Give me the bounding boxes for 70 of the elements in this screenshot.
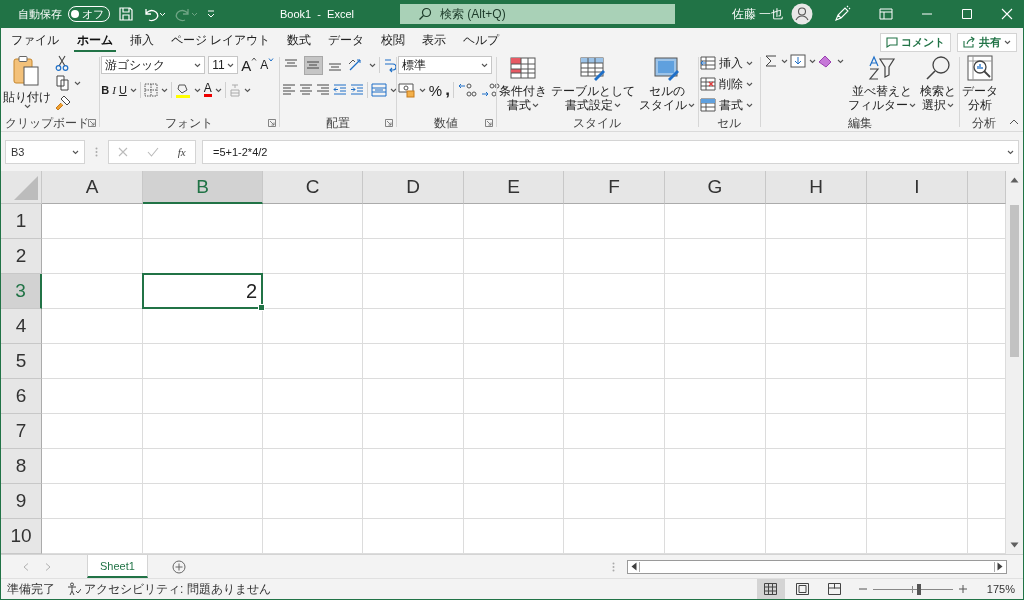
active-cell[interactable]: 2 <box>142 273 263 309</box>
cell-styles-button[interactable]: セルの スタイル <box>639 54 696 113</box>
column-header[interactable]: H <box>766 171 867 204</box>
column-header[interactable]: E <box>464 171 564 204</box>
group-label: スタイル <box>573 114 622 132</box>
font-color-button[interactable]: A <box>203 83 212 97</box>
row-header[interactable]: 3 <box>1 274 42 309</box>
row-header[interactable]: 5 <box>1 344 42 379</box>
sort-filter-button[interactable]: 並べ替えと フィルター <box>847 54 916 113</box>
bold-button[interactable]: B <box>101 84 110 96</box>
font-name-dropdown[interactable]: 游ゴシック <box>101 56 206 74</box>
ribbon-tab[interactable]: ファイル <box>3 32 67 52</box>
search-field[interactable]: 検索 (Alt+Q) <box>400 4 675 24</box>
group-label: 分析 <box>971 114 996 132</box>
status-text: 準備完了 <box>7 580 55 598</box>
user-name[interactable]: 佐藤 一也 <box>731 5 783 23</box>
row-header[interactable]: 1 <box>1 204 42 239</box>
format-cells-button[interactable]: 書式 <box>700 96 754 114</box>
italic-button[interactable]: I <box>112 84 116 96</box>
underline-button[interactable]: U <box>118 84 127 96</box>
column-header[interactable]: B <box>143 171 263 204</box>
number-format-dropdown[interactable]: 標準 <box>397 56 492 74</box>
zoom-level[interactable]: 175% <box>986 583 1015 595</box>
find-select-button[interactable]: 検索と 選択 <box>919 54 956 113</box>
insert-cells-button[interactable]: 挿入 <box>700 54 754 72</box>
row-header[interactable]: 2 <box>1 239 42 274</box>
group-label: セル <box>717 114 742 132</box>
paste-button[interactable]: 貼り付け <box>3 54 51 113</box>
share-button[interactable]: 共有 <box>957 32 1017 52</box>
row-header[interactable]: 9 <box>1 484 42 519</box>
column-header[interactable]: I <box>867 171 968 204</box>
accessibility-status[interactable]: アクセシビリティ: 問題ありません <box>84 580 271 598</box>
ribbon-tab[interactable]: 挿入 <box>122 32 162 52</box>
ribbon-tab[interactable]: 数式 <box>279 32 320 52</box>
group-label: クリップボード <box>5 114 89 132</box>
ribbon-tab[interactable]: ページ レイアウト <box>163 32 279 52</box>
row-header[interactable]: 7 <box>1 414 42 449</box>
grow-font-button[interactable]: A <box>241 56 258 74</box>
ribbon-tab[interactable]: 校閲 <box>373 32 414 52</box>
group-label: 数値 <box>433 114 458 132</box>
comma-button[interactable]: , <box>445 84 450 96</box>
autosave-label: 自動保存 <box>18 6 62 22</box>
insert-function-button[interactable]: fx <box>177 146 186 158</box>
name-box[interactable]: B3 <box>5 140 85 164</box>
column-header[interactable]: C <box>263 171 363 204</box>
row-header[interactable]: 6 <box>1 379 42 414</box>
ribbon-tab[interactable]: データ <box>320 32 373 52</box>
ribbon-tab[interactable]: ヘルプ <box>455 32 508 52</box>
row-header[interactable]: 10 <box>1 519 42 554</box>
format-as-table-button[interactable]: テーブルとして 書式設定 <box>551 54 636 113</box>
row-header[interactable]: 4 <box>1 309 42 344</box>
conditional-formatting-button[interactable]: 条件付き 書式 <box>499 54 548 113</box>
comment-button[interactable]: コメント <box>880 32 951 52</box>
delete-cells-button[interactable]: 削除 <box>700 75 754 93</box>
group-label: 編集 <box>847 114 872 132</box>
font-size-dropdown[interactable]: 11 <box>208 56 239 74</box>
column-header[interactable]: G <box>665 171 766 204</box>
ribbon-tab[interactable]: 表示 <box>414 32 455 52</box>
row-header[interactable]: 8 <box>1 449 42 484</box>
column-header[interactable]: A <box>42 171 143 204</box>
data-analysis-button[interactable]: データ 分析 <box>961 54 998 113</box>
sheet-tab[interactable]: Sheet1 <box>87 555 148 578</box>
shrink-font-button[interactable]: A <box>260 58 275 72</box>
group-label: フォント <box>165 114 214 132</box>
group-label: 配置 <box>325 114 350 132</box>
window-title: Book1 - Excel <box>280 8 355 20</box>
column-header[interactable]: F <box>564 171 665 204</box>
column-header[interactable]: D <box>363 171 464 204</box>
formula-field[interactable]: =5+1-2*4/2 <box>202 140 1019 164</box>
percent-button[interactable]: % <box>428 81 443 99</box>
